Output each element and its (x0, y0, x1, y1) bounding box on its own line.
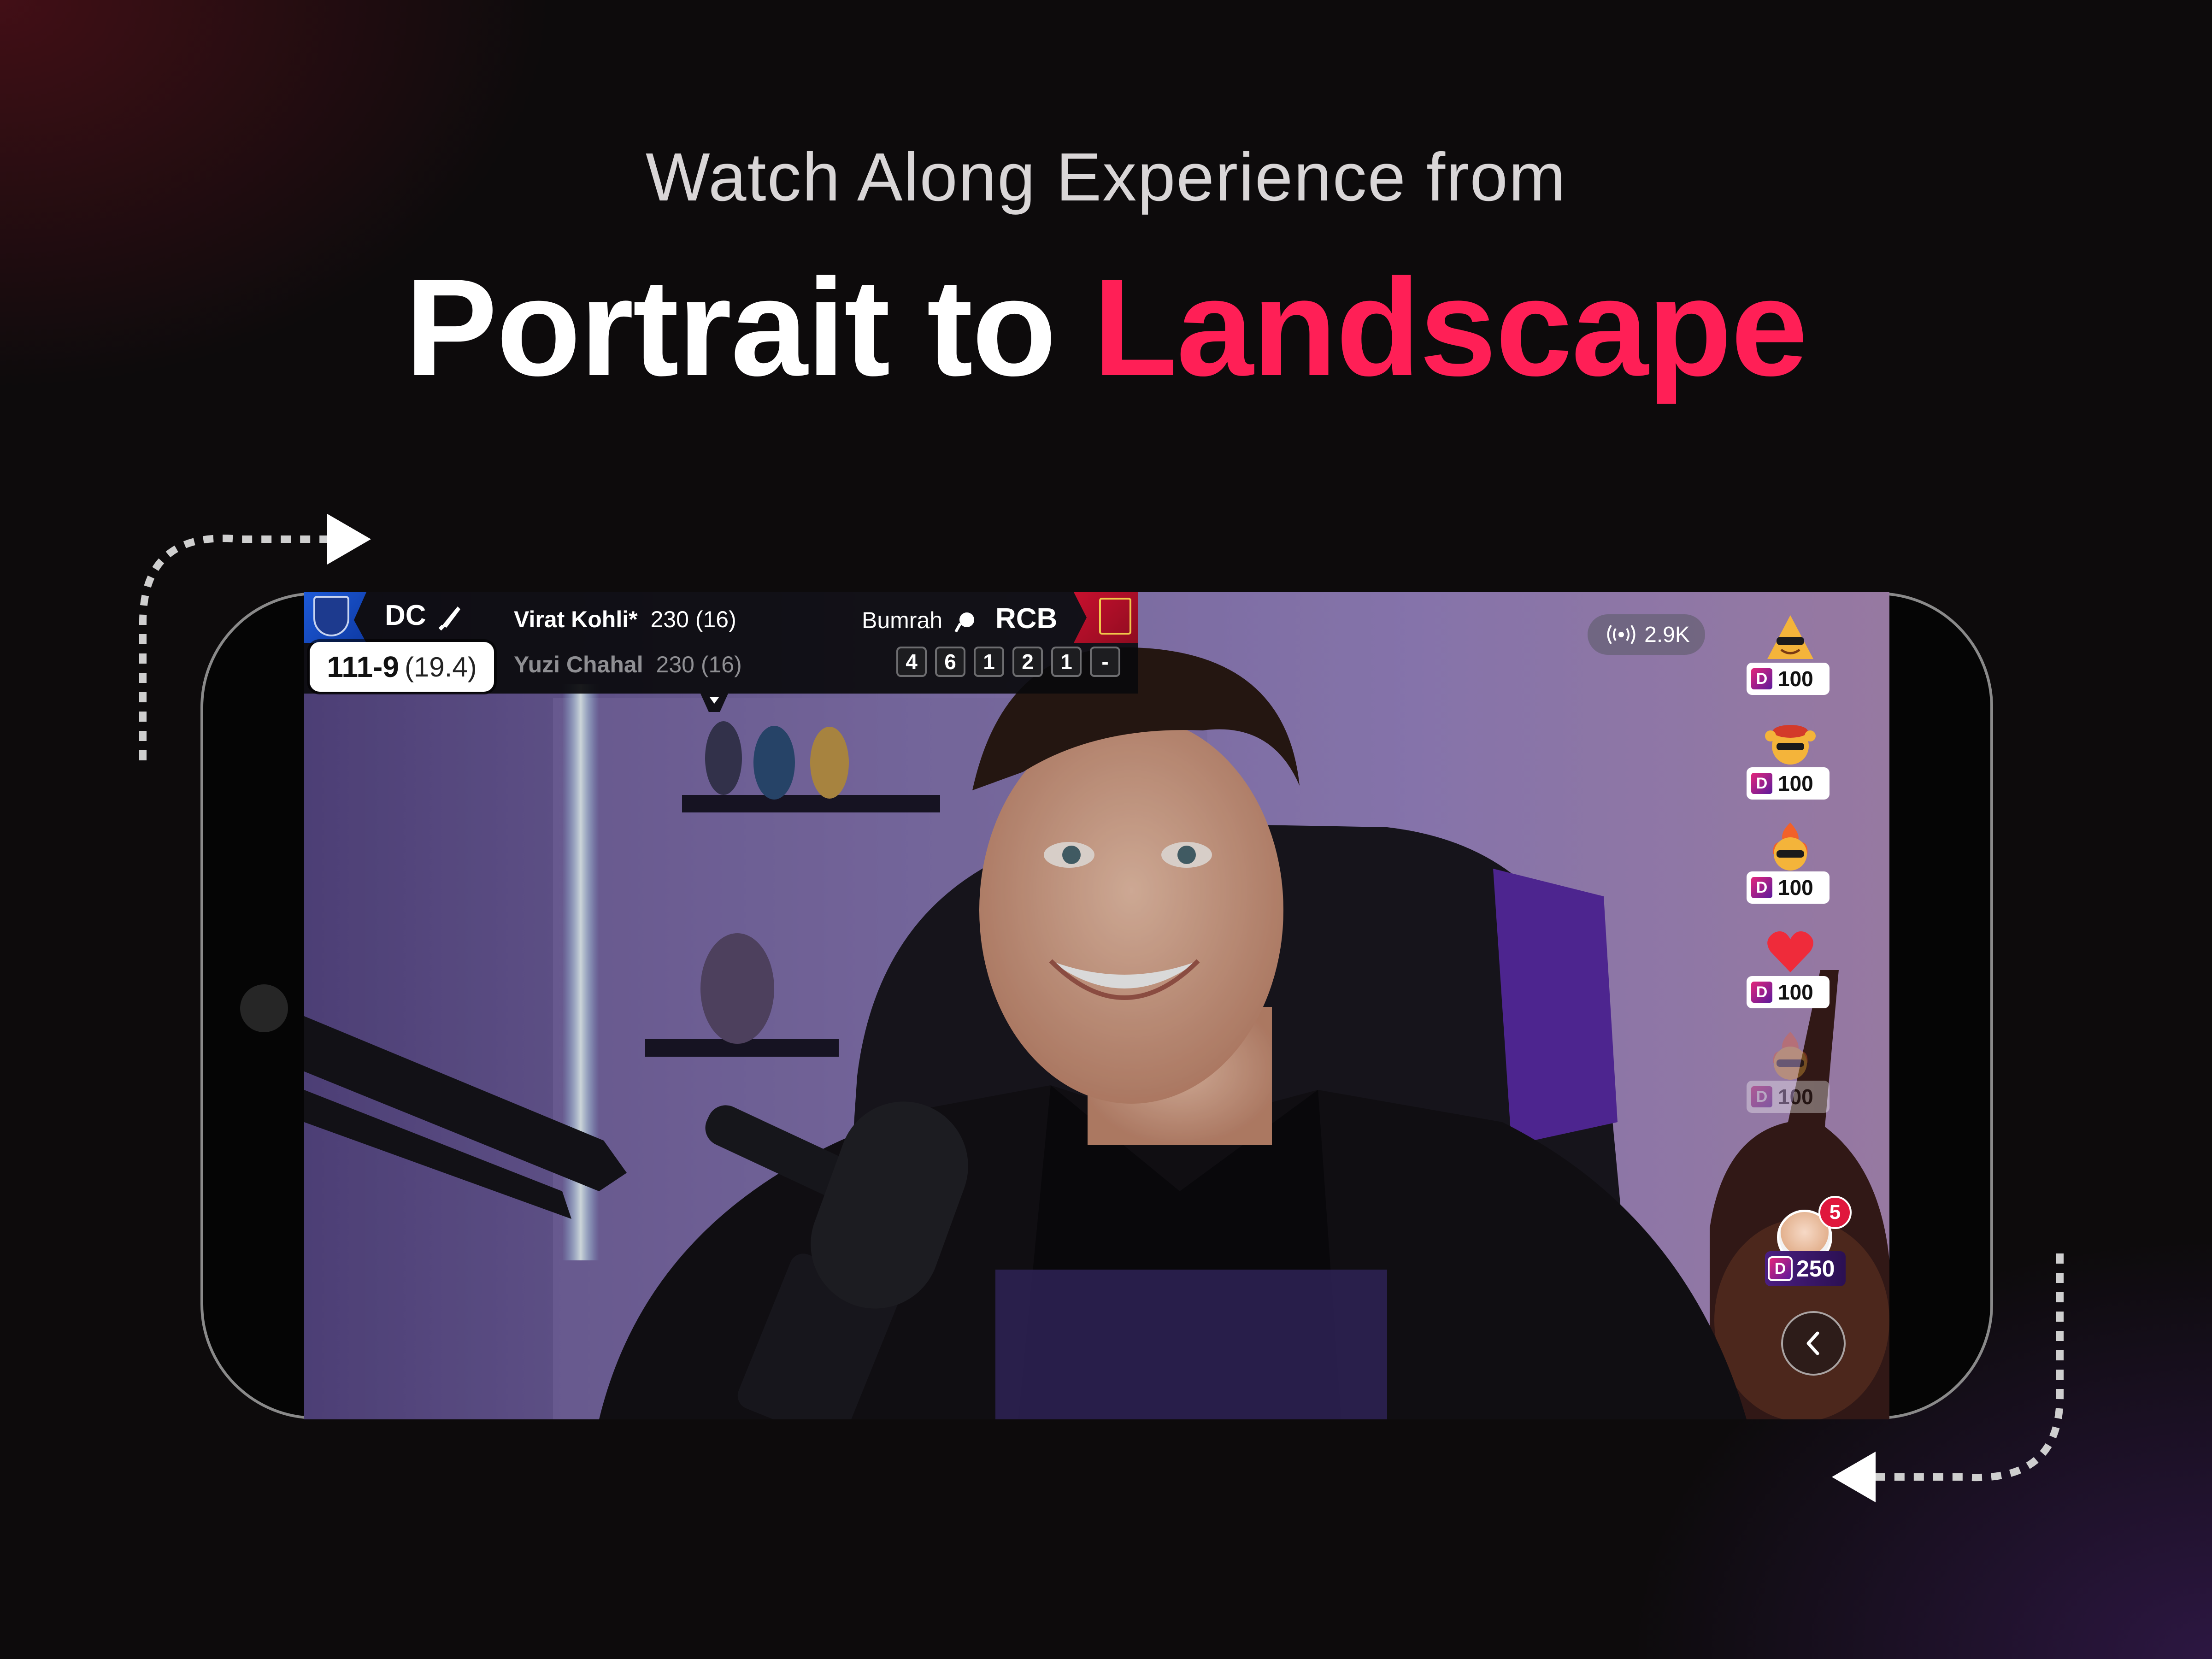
ball-result: 1 (1051, 647, 1082, 677)
dcoin-icon: D (1749, 666, 1774, 691)
batting-team: DC (385, 600, 426, 631)
reaction-item[interactable]: D 100 (1747, 613, 1832, 705)
ball-result: 4 (896, 647, 927, 677)
reaction-value: 100 (1778, 1085, 1813, 1109)
ball-result: - (1090, 647, 1120, 677)
cool-triangle-emoji-icon (1767, 615, 1813, 659)
gift-leader[interactable]: 5 D 250 (1765, 1196, 1852, 1288)
ball-result: 6 (935, 647, 965, 677)
dcoin-icon: D (1749, 875, 1774, 900)
dcoin-icon: D (1749, 980, 1774, 1005)
red-heart-icon (1767, 931, 1813, 972)
dcoin-icon: D (1749, 771, 1774, 796)
batsman-name: Yuzi Chahal (514, 652, 643, 677)
reaction-amount: D 100 (1747, 1081, 1830, 1113)
reaction-item[interactable]: D 100 (1747, 718, 1832, 810)
reaction-amount: D 100 (1747, 871, 1830, 904)
viewer-count-badge: 2.9K (1588, 614, 1705, 655)
reaction-value: 100 (1778, 667, 1813, 691)
bowler-name: Bumrah (862, 607, 943, 633)
dc-logo-icon (313, 596, 349, 636)
reaction-value: 100 (1778, 980, 1813, 1004)
chevron-left-icon (1806, 1331, 1819, 1355)
batsman-row: Virat Kohli* 230 (16) (514, 606, 736, 633)
batsman-stats: 230 (16) (656, 652, 742, 677)
reaction-value: 100 (1778, 771, 1813, 795)
reaction-item[interactable]: D 100 (1747, 822, 1832, 914)
fire-sunglasses-emoji-icon (1773, 1032, 1808, 1080)
live-broadcast-icon (1607, 624, 1635, 645)
page-title: Portrait to Landscape (0, 258, 2212, 396)
ball-result: 1 (974, 647, 1004, 677)
dcoin-icon: D (1749, 1084, 1774, 1109)
bowling-team: RCB (995, 603, 1058, 635)
front-camera (240, 984, 288, 1032)
reaction-value: 100 (1778, 876, 1813, 900)
overs: (19.4) (404, 651, 477, 682)
reaction-amount: D 100 (1747, 663, 1830, 695)
streamer-video (304, 592, 1889, 1419)
reaction-item[interactable]: D 100 (1747, 926, 1832, 1018)
title-accent: Landscape (1093, 250, 1808, 405)
score-pill: 111-9 (19.4) (310, 642, 494, 692)
title-main: Portrait to (405, 250, 1056, 405)
collapse-panel-button[interactable] (1781, 1311, 1846, 1376)
dcoin-icon: D (1768, 1256, 1793, 1281)
gift-value: 250 (1796, 1256, 1835, 1282)
batsman-name: Virat Kohli* (514, 606, 638, 632)
over-balls: 4 6 1 2 1 - (896, 647, 1120, 677)
reaction-amount: D 100 (1747, 767, 1830, 800)
gift-count-badge: 5 (1818, 1196, 1852, 1229)
score: 111-9 (327, 650, 399, 683)
page-subtitle: Watch Along Experience from (645, 139, 1567, 215)
video-player-screen[interactable]: DC 111-9 (19.4) Virat Kohli* 230 (16) Yu… (304, 592, 1889, 1419)
cheering-sunglasses-emoji-icon (1765, 725, 1816, 765)
viewer-count: 2.9K (1644, 622, 1690, 647)
cricket-ball-icon (954, 612, 974, 633)
gift-amount: D 250 (1765, 1251, 1846, 1286)
rcb-logo-icon (1099, 598, 1131, 635)
overlay-dim (304, 592, 1889, 1419)
ball-result: 2 (1012, 647, 1043, 677)
batsman-row: Yuzi Chahal 230 (16) (514, 651, 742, 678)
reaction-item[interactable]: D 100 (1747, 1031, 1832, 1123)
fire-sunglasses-emoji-icon (1773, 823, 1808, 871)
batsman-stats: 230 (16) (650, 606, 736, 632)
cricket-bat-icon (438, 606, 460, 631)
scorecard[interactable]: DC 111-9 (19.4) Virat Kohli* 230 (16) Yu… (304, 592, 1138, 694)
reaction-amount: D 100 (1747, 976, 1830, 1008)
